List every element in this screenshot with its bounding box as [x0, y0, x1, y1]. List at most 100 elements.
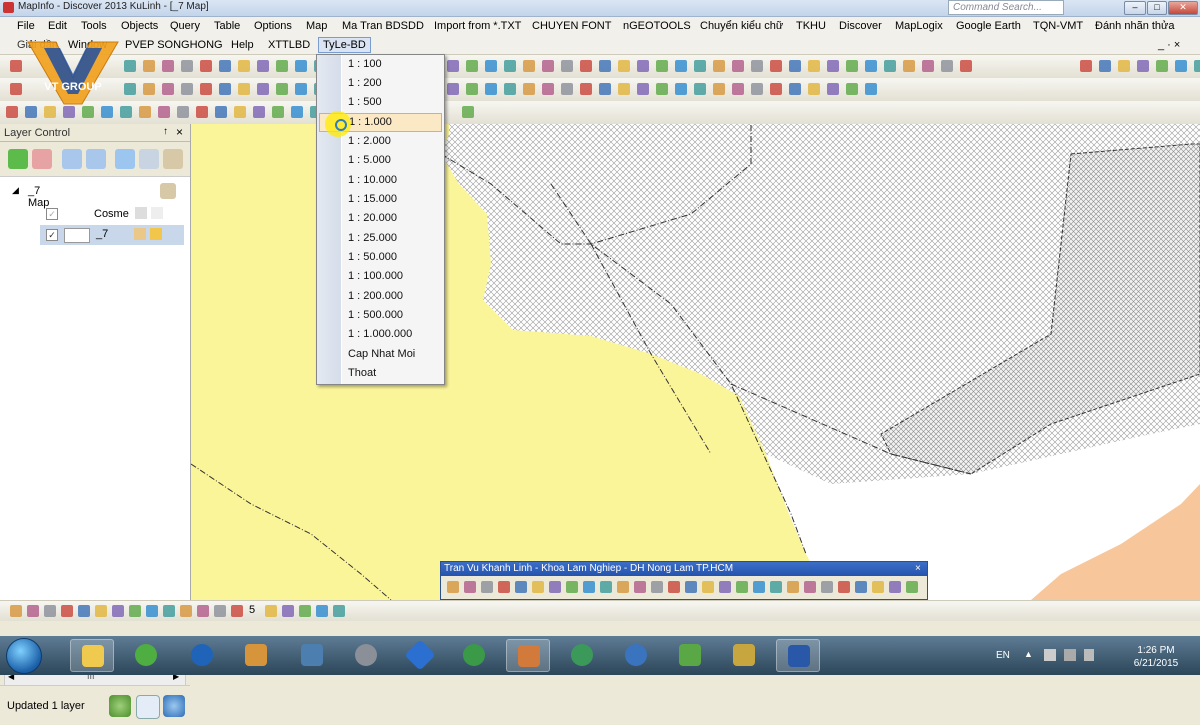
toolbar-icon [120, 106, 132, 118]
tools-toolbar-icons[interactable] [0, 101, 1200, 124]
menu-query[interactable]: Query [170, 20, 200, 32]
menu-chuyen-font[interactable]: CHUYEN FONT [532, 20, 611, 32]
toolbar-icon [770, 581, 782, 593]
minimize-button[interactable]: – [1124, 1, 1146, 15]
scale-1-1000000[interactable]: 1 : 1.000.000 [317, 325, 444, 344]
language-indicator[interactable]: EN [996, 650, 1010, 661]
taskbar-mapinfo[interactable] [506, 639, 550, 672]
taskbar-app-pin[interactable] [560, 639, 604, 672]
taskbar-app-earth[interactable] [452, 639, 496, 672]
menu-objects[interactable]: Objects [121, 20, 158, 32]
toolbar-icon [124, 60, 136, 72]
tray-expand-icon[interactable]: ▲ [1024, 649, 1033, 659]
menu-import-txt[interactable]: Import from *.TXT [434, 20, 521, 32]
taskbar-app-store[interactable] [722, 639, 766, 672]
floating-toolbar-icons[interactable] [441, 577, 927, 599]
label-icon[interactable] [150, 228, 162, 240]
options-icon[interactable] [136, 695, 160, 719]
move-up-icon[interactable] [62, 149, 82, 169]
menu-map[interactable]: Map [306, 20, 327, 32]
scale-1-25000[interactable]: 1 : 25.000 [317, 229, 444, 248]
drawing-toolbar-icons[interactable] [0, 78, 1200, 101]
scale-1-200000[interactable]: 1 : 200.000 [317, 287, 444, 306]
toolbar-icon [599, 60, 611, 72]
layer-view-icon[interactable] [139, 149, 159, 169]
scale-1-15000[interactable]: 1 : 15.000 [317, 190, 444, 209]
pin-icon[interactable]: ↑ [163, 126, 168, 137]
layer-visibility-checkbox[interactable]: ✓ [46, 229, 58, 241]
scale-1-50000[interactable]: 1 : 50.000 [317, 248, 444, 267]
taskbar-app-search[interactable] [614, 639, 658, 672]
scale-1-5000[interactable]: 1 : 5.000 [317, 151, 444, 170]
taskbar-app-globe[interactable] [180, 639, 224, 672]
expand-icon[interactable]: ◢ [12, 185, 19, 196]
layer-settings-icon[interactable] [163, 149, 183, 169]
menu-options[interactable]: Options [254, 20, 292, 32]
menu-google-earth[interactable]: Google Earth [956, 20, 1021, 32]
menu-help[interactable]: Help [231, 39, 254, 51]
menu-chuyen-kieu-chu[interactable]: Chuyển kiểu chữ [700, 20, 783, 32]
layer-properties-icon[interactable] [115, 149, 135, 169]
add-layer-icon[interactable] [8, 149, 28, 169]
mdi-controls[interactable]: _ · × [1158, 39, 1180, 51]
scale-1-200[interactable]: 1 : 200 [317, 74, 444, 93]
scale-1-500000[interactable]: 1 : 500.000 [317, 306, 444, 325]
scale-1-100000[interactable]: 1 : 100.000 [317, 267, 444, 286]
menu-tyle-bd[interactable]: TyLe-BD [318, 37, 371, 53]
layer-visibility-checkbox[interactable]: ✓ [46, 208, 58, 220]
move-down-icon[interactable] [86, 149, 106, 169]
close-button[interactable]: ✕ [1168, 1, 1198, 15]
scale-1-500[interactable]: 1 : 500 [317, 93, 444, 112]
selectable-icon[interactable] [151, 207, 163, 219]
taskbar-app-diamond[interactable] [398, 639, 442, 672]
menu-tkhu[interactable]: TKHU [796, 20, 826, 32]
taskbar-word[interactable] [776, 639, 820, 672]
menu-discover[interactable]: Discover [839, 20, 882, 32]
network-icon[interactable] [1064, 649, 1076, 661]
thoat[interactable]: Thoat [317, 364, 444, 383]
edit-icon[interactable] [134, 228, 146, 240]
menu-table[interactable]: Table [214, 20, 240, 32]
menu-pvep-songhong[interactable]: PVEP SONGHONG [125, 39, 223, 51]
close-panel-icon[interactable]: × [176, 125, 183, 139]
menu-maplogix[interactable]: MapLogix [895, 20, 943, 32]
layer-row-7[interactable]: ✓ _7 [40, 225, 184, 245]
bottom-toolbar-icons[interactable] [0, 601, 360, 621]
edit-icon[interactable] [135, 207, 147, 219]
taskbar-explorer[interactable] [70, 639, 114, 672]
menu-ma-tran-bdsdd[interactable]: Ma Tran BDSDD [342, 20, 424, 32]
menu-xttlbd[interactable]: XTTLBD [268, 39, 310, 51]
maximize-button[interactable]: □ [1147, 1, 1167, 15]
volume-icon[interactable] [1084, 649, 1094, 661]
map-options-icon[interactable] [160, 183, 176, 199]
menu-ngeotools[interactable]: nGEOTOOLS [623, 20, 691, 32]
taskbar-app-tools[interactable] [234, 639, 278, 672]
flag-icon[interactable] [1044, 649, 1056, 661]
scale-1-100[interactable]: 1 : 100 [317, 55, 444, 74]
app-icon[interactable] [3, 2, 14, 13]
refresh-icon[interactable] [109, 695, 131, 717]
menu-edit[interactable]: Edit [48, 20, 67, 32]
command-search-input[interactable]: Command Search... [948, 0, 1064, 15]
menu-tqn-vmt[interactable]: TQN-VMT [1033, 20, 1083, 32]
floating-toolbar-close[interactable]: × [915, 562, 921, 576]
scale-1-10000[interactable]: 1 : 10.000 [317, 171, 444, 190]
floating-toolbar-caption[interactable]: Tran Vu Khanh Linh - Khoa Lam Nghiep - D… [441, 562, 927, 576]
toolbar-icon [447, 83, 459, 95]
scale-1-20000[interactable]: 1 : 20.000 [317, 209, 444, 228]
menu-tools[interactable]: Tools [81, 20, 107, 32]
help-icon[interactable] [163, 695, 185, 717]
main-toolbar-icons[interactable] [0, 55, 1200, 78]
remove-layer-icon[interactable] [32, 149, 52, 169]
menu-file[interactable]: File [17, 20, 35, 32]
menu-danh-nhan-thua[interactable]: Đánh nhãn thửa [1095, 20, 1175, 32]
layer-style-swatch[interactable] [64, 228, 90, 243]
taskbar-app-green[interactable] [124, 639, 168, 672]
taskbar-clock[interactable]: 1:26 PM 6/21/2015 [1130, 644, 1182, 670]
taskbar-app-q[interactable] [668, 639, 712, 672]
taskbar-app-disc[interactable] [344, 639, 388, 672]
taskbar-app-map[interactable] [290, 639, 334, 672]
cap-nhat-moi[interactable]: Cap Nhat Moi [317, 345, 444, 364]
toolbar-icon [656, 60, 668, 72]
start-button[interactable] [6, 638, 42, 674]
